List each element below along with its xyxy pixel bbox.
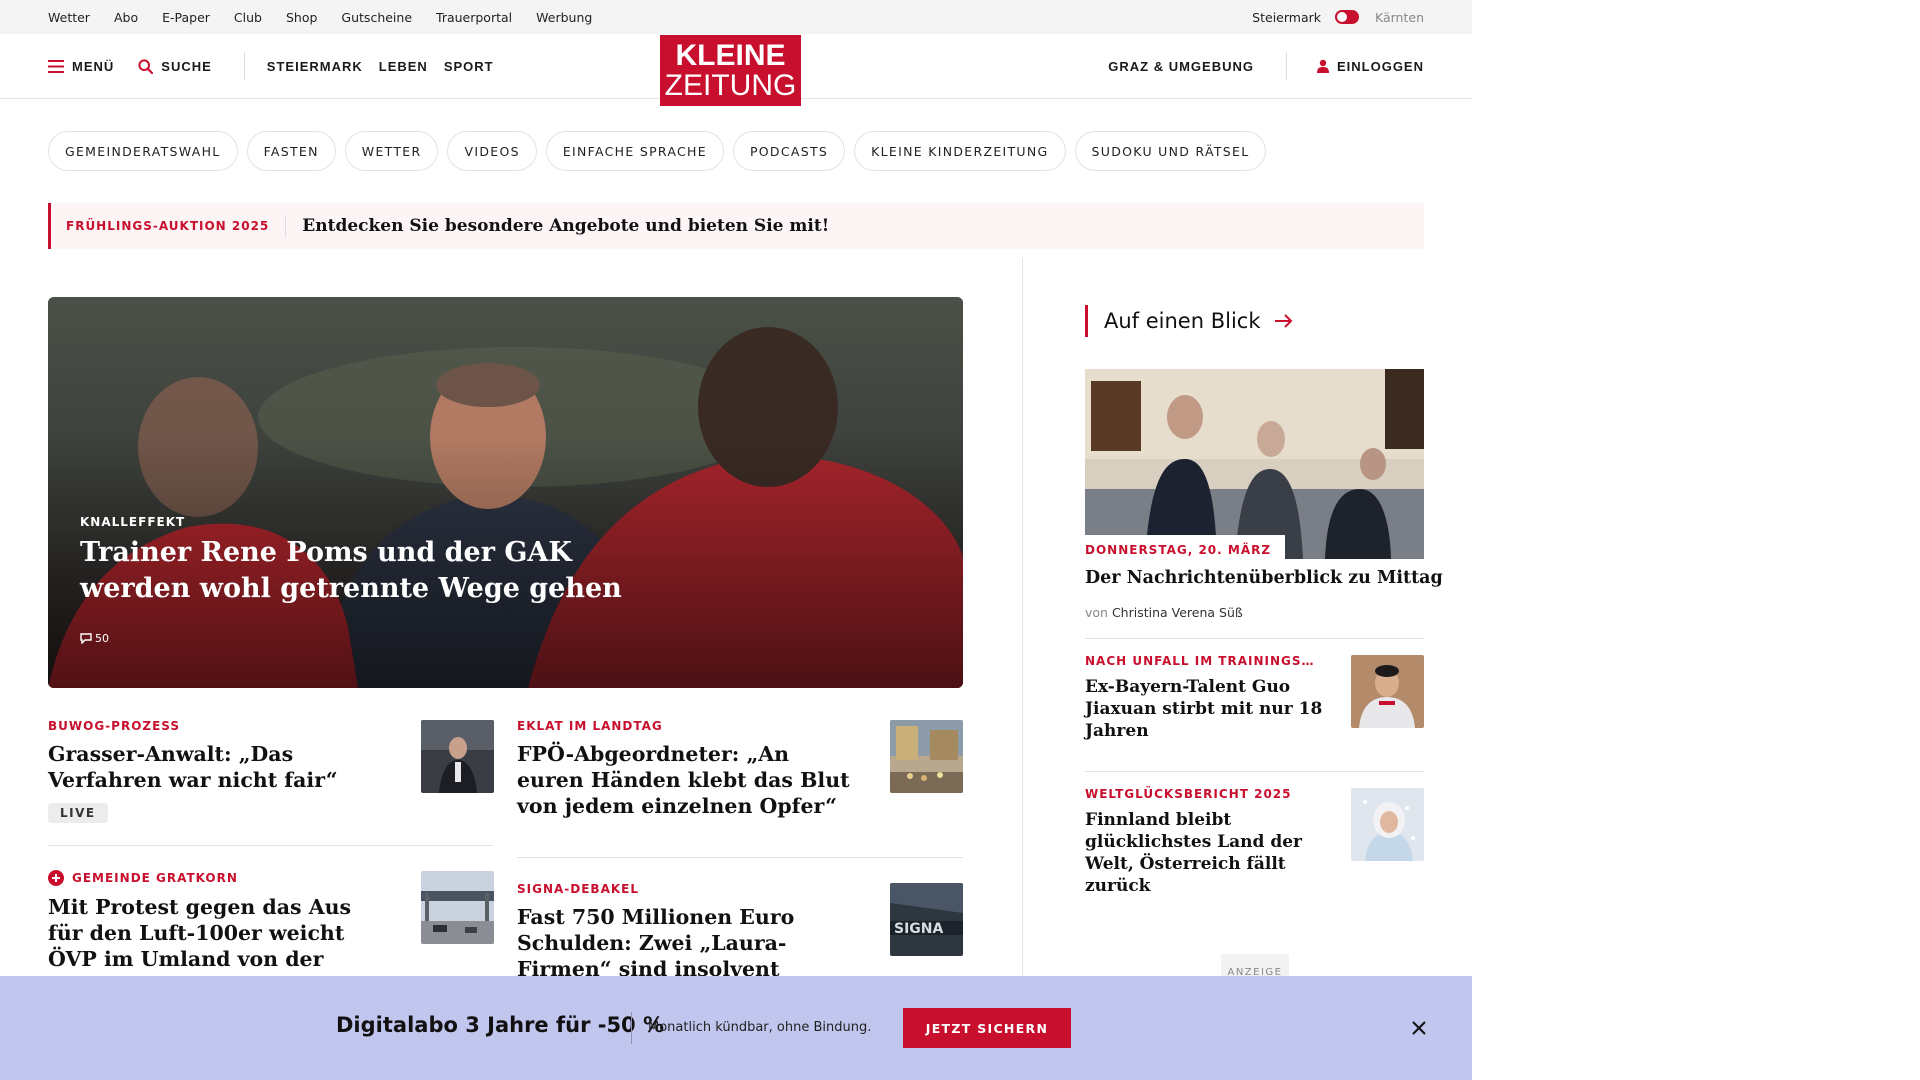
page-gutter bbox=[1472, 0, 1920, 1080]
thumbnail-image bbox=[1351, 788, 1424, 861]
search-label: SUCHE bbox=[161, 58, 212, 74]
search-button[interactable]: SUCHE bbox=[138, 59, 212, 74]
logo-line1: KLEINE bbox=[675, 39, 786, 72]
column-divider bbox=[1022, 258, 1023, 998]
util-link-werbung[interactable]: Werbung bbox=[536, 10, 592, 25]
thumbnail-image bbox=[421, 720, 494, 793]
logo-line2: ZEITUNG bbox=[664, 69, 797, 102]
plus-circle-icon bbox=[48, 870, 64, 886]
article-title[interactable]: Fast 750 Millionen Euro Schulden: Zwei „… bbox=[517, 904, 857, 982]
chip-videos[interactable]: VIDEOS bbox=[447, 131, 537, 171]
util-link-shop[interactable]: Shop bbox=[286, 10, 317, 25]
sidebar-divider bbox=[1085, 771, 1424, 772]
nav-leben[interactable]: LEBEN bbox=[379, 59, 428, 74]
promo-text: Entdecken Sie besondere Angebote und bie… bbox=[302, 216, 830, 236]
lead-image bbox=[1085, 369, 1424, 559]
sidebar-heading[interactable]: Auf einen Blick bbox=[1085, 305, 1293, 337]
utility-bar: Wetter Abo E-Paper Club Shop Gutscheine … bbox=[0, 0, 1472, 34]
promo-kicker: FRÜHLINGS-AUKTION 2025 bbox=[51, 215, 287, 237]
overlay-divider bbox=[631, 1012, 632, 1044]
user-icon bbox=[1316, 59, 1329, 73]
login-label: EINLOGGEN bbox=[1336, 58, 1424, 74]
chip-kinderzeitung[interactable]: KLEINE KINDERZEITUNG bbox=[854, 131, 1066, 171]
close-icon bbox=[1412, 1021, 1426, 1035]
region-switch: Steiermark Kärnten bbox=[1252, 0, 1424, 34]
thumbnail-image: SIGNA bbox=[890, 883, 963, 956]
main-header: MENÜ SUCHE STEIERMARK LEBEN SPORT KLEINE… bbox=[0, 34, 1472, 106]
signa-thumbnail-text: SIGNA bbox=[894, 921, 944, 937]
sidebar-lead-image[interactable] bbox=[1085, 369, 1424, 559]
site-logo[interactable]: KLEINE ZEITUNG bbox=[660, 35, 801, 106]
article-title[interactable]: Grasser-Anwalt: „Das Verfahren war nicht… bbox=[48, 741, 388, 793]
article-thumbnail[interactable] bbox=[421, 871, 494, 944]
region-link[interactable]: GRAZ & UMGEBUNG bbox=[1108, 59, 1254, 74]
chip-sudoku[interactable]: SUDOKU UND RÄTSEL bbox=[1074, 131, 1267, 171]
chip-gemeinderatswahl[interactable]: GEMEINDERATSWAHL bbox=[48, 131, 238, 171]
article-thumbnail[interactable]: SIGNA bbox=[890, 883, 963, 956]
close-overlay-button[interactable] bbox=[1408, 1017, 1430, 1039]
header-divider bbox=[243, 52, 245, 80]
sidebar-byline: von Christina Verena Süß bbox=[1085, 605, 1243, 620]
chip-wetter[interactable]: WETTER bbox=[344, 131, 439, 171]
sidebar-item-thumbnail[interactable] bbox=[1351, 788, 1424, 861]
article-title[interactable]: FPÖ-Abgeordneter: „An euren Händen klebt… bbox=[517, 741, 857, 819]
region-active[interactable]: Steiermark bbox=[1252, 10, 1321, 25]
promo-banner[interactable]: FRÜHLINGS-AUKTION 2025 Entdecken Sie bes… bbox=[48, 203, 1424, 249]
util-link-abo[interactable]: Abo bbox=[114, 10, 138, 25]
article-divider bbox=[517, 857, 963, 858]
chip-einfache-sprache[interactable]: EINFACHE SPRACHE bbox=[545, 131, 724, 171]
util-link-gutscheine[interactable]: Gutscheine bbox=[341, 10, 412, 25]
byline-author[interactable]: Christina Verena Süß bbox=[1112, 605, 1243, 620]
subscription-overlay: Digitalabo 3 Jahre für -50 % Monatlich k… bbox=[0, 976, 1472, 1080]
util-link-epaper[interactable]: E-Paper bbox=[162, 10, 210, 25]
region-other[interactable]: Kärnten bbox=[1375, 10, 1424, 25]
sidebar-lead-date: DONNERSTAG, 20. MÄRZ bbox=[1085, 535, 1286, 561]
thumbnail-image bbox=[421, 871, 494, 944]
header-right: GRAZ & UMGEBUNG EINLOGGEN bbox=[1108, 34, 1424, 98]
sidebar-item-title[interactable]: Ex-Bayern-Talent Guo Jiaxuan stirbt mit … bbox=[1085, 676, 1325, 742]
menu-button[interactable]: MENÜ bbox=[48, 59, 114, 74]
sidebar-divider bbox=[1085, 638, 1424, 639]
hamburger-icon bbox=[48, 59, 64, 73]
article-thumbnail[interactable] bbox=[890, 720, 963, 793]
menu-label: MENÜ bbox=[72, 58, 115, 74]
util-link-trauerportal[interactable]: Trauerportal bbox=[436, 10, 512, 25]
region-toggle[interactable] bbox=[1335, 10, 1359, 24]
byline-prefix: von bbox=[1085, 605, 1108, 620]
login-button[interactable]: EINLOGGEN bbox=[1316, 58, 1424, 74]
hero-comments[interactable]: 50 bbox=[80, 632, 109, 645]
comment-count: 50 bbox=[95, 632, 109, 645]
hero-title[interactable]: Trainer Rene Poms und der GAK werden woh… bbox=[80, 535, 640, 607]
hero-image bbox=[48, 297, 963, 688]
sidebar-heading-text: Auf einen Blick bbox=[1104, 309, 1261, 333]
thumbnail-image bbox=[890, 720, 963, 793]
search-icon bbox=[138, 58, 154, 74]
util-link-club[interactable]: Club bbox=[234, 10, 262, 25]
offer-text: Digitalabo 3 Jahre für -50 % bbox=[336, 1013, 665, 1037]
live-badge: LIVE bbox=[48, 803, 108, 823]
sidebar-lead-title[interactable]: Der Nachrichtenüberblick zu Mittag bbox=[1085, 568, 1443, 588]
hero-kicker: KNALLEFFEKT bbox=[80, 515, 186, 529]
nav-steiermark[interactable]: STEIERMARK bbox=[267, 59, 363, 74]
utility-links: Wetter Abo E-Paper Club Shop Gutscheine … bbox=[48, 0, 616, 34]
article-thumbnail[interactable] bbox=[421, 720, 494, 793]
sidebar-item-thumbnail[interactable] bbox=[1351, 655, 1424, 728]
hero-article[interactable]: KNALLEFFEKT Trainer Rene Poms und der GA… bbox=[48, 297, 963, 688]
page: Wetter Abo E-Paper Club Shop Gutscheine … bbox=[0, 0, 1472, 1080]
article-divider bbox=[48, 845, 493, 846]
offer-subtext: Monatlich kündbar, ohne Bindung. bbox=[648, 1020, 872, 1035]
header-left: MENÜ SUCHE STEIERMARK LEBEN SPORT bbox=[48, 34, 510, 98]
chip-fasten[interactable]: FASTEN bbox=[246, 131, 336, 171]
topic-chips: GEMEINDERATSWAHL FASTEN WETTER VIDEOS EI… bbox=[48, 131, 1267, 171]
sidebar-item-title[interactable]: Finnland bleibt glücklichstes Land der W… bbox=[1085, 809, 1330, 897]
header-divider-right bbox=[1285, 52, 1287, 80]
arrow-right-icon bbox=[1274, 314, 1293, 328]
thumbnail-image bbox=[1351, 655, 1424, 728]
jetzt-sichern-button[interactable]: JETZT SICHERN bbox=[903, 1008, 1071, 1048]
chip-podcasts[interactable]: PODCASTS bbox=[732, 131, 846, 171]
util-link-wetter[interactable]: Wetter bbox=[48, 10, 90, 25]
article-kicker-text: GEMEINDE GRATKORN bbox=[72, 871, 238, 885]
nav-sport[interactable]: SPORT bbox=[444, 59, 494, 74]
comment-icon bbox=[80, 633, 92, 644]
